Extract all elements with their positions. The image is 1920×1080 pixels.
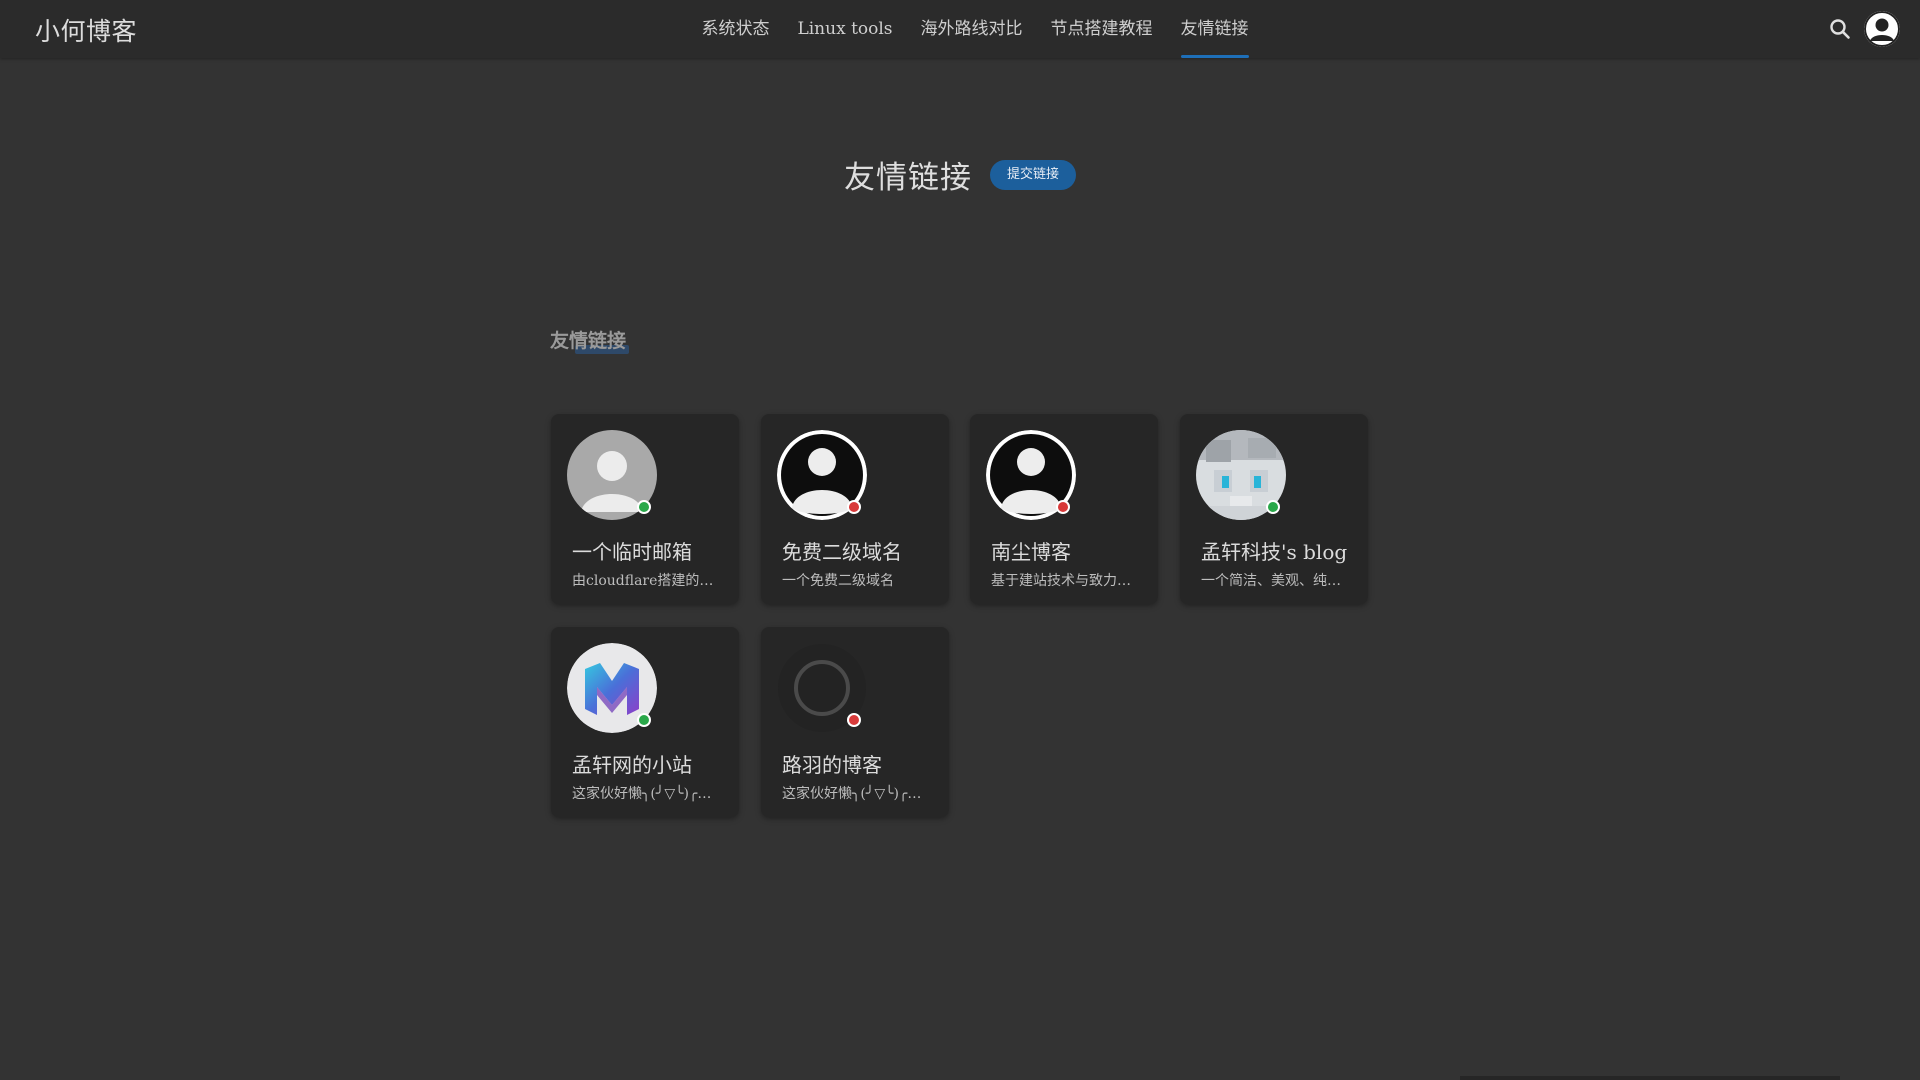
link-card-luyu-blog[interactable]: 路羽的博客 这家伙好懒╮(╯▽╰)╭… [761,627,949,817]
card-desc: 这家伙好懒╮(╯▽╰)╭… [782,786,922,802]
top-header: 小何博客 系统状态 Linux tools 海外路线对比 节点搭建教程 友情链接 [0,0,1920,58]
page-heading: 友情链接 提交链接 [0,152,1920,197]
bottom-edge-strip [1460,1076,1840,1080]
card-desc: 这家伙好懒╮(╯▽╰)╭… [572,786,712,802]
link-card-mengxuan-tech[interactable]: 孟轩科技's blog 一个简洁、美观、纯… [1180,414,1368,604]
main-nav: 系统状态 Linux tools 海外路线对比 节点搭建教程 友情链接 [0,0,1920,58]
link-card-mengxuan-site[interactable]: 孟轩网的小站 这家伙好懒╮(╯▽╰)╭… [551,627,739,817]
search-icon[interactable] [1828,17,1852,41]
card-name: 南尘博客 [991,540,1071,564]
offline-status-dot [847,713,861,727]
card-name: 一个临时邮箱 [572,540,692,564]
page-title: 友情链接 [843,160,972,196]
online-status-dot [637,500,651,514]
link-card-temp-mail[interactable]: 一个临时邮箱 由cloudflare搭建的… [551,414,739,604]
online-status-dot [1266,500,1280,514]
card-desc: 基于建站技术与致力… [991,573,1131,589]
offline-status-dot [1056,500,1070,514]
card-desc: 一个免费二级域名 [782,573,894,589]
link-card-free-domain[interactable]: 免费二级域名 一个免费二级域名 [761,414,949,604]
card-name: 孟轩科技's blog [1201,540,1348,564]
card-name: 孟轩网的小站 [572,753,692,777]
card-desc: 由cloudflare搭建的… [572,573,714,589]
online-status-dot [637,713,651,727]
submit-link-button[interactable]: 提交链接 [989,159,1076,190]
card-name: 免费二级域名 [782,540,902,564]
nav-item-route-compare[interactable]: 海外路线对比 [921,0,1023,58]
nav-item-node-tutorial[interactable]: 节点搭建教程 [1051,0,1153,58]
section-label: 友情链接 [550,330,627,352]
card-desc: 一个简洁、美观、纯… [1201,573,1341,589]
nav-item-friend-links[interactable]: 友情链接 [1180,0,1249,58]
link-card-nanchen-blog[interactable]: 南尘博客 基于建站技术与致力… [970,414,1158,604]
nav-item-linux-tools[interactable]: Linux tools [797,0,892,58]
card-name: 路羽的博客 [782,753,882,777]
user-avatar-icon[interactable] [1864,11,1900,47]
nav-item-system-status[interactable]: 系统状态 [701,0,769,58]
offline-status-dot [847,500,861,514]
